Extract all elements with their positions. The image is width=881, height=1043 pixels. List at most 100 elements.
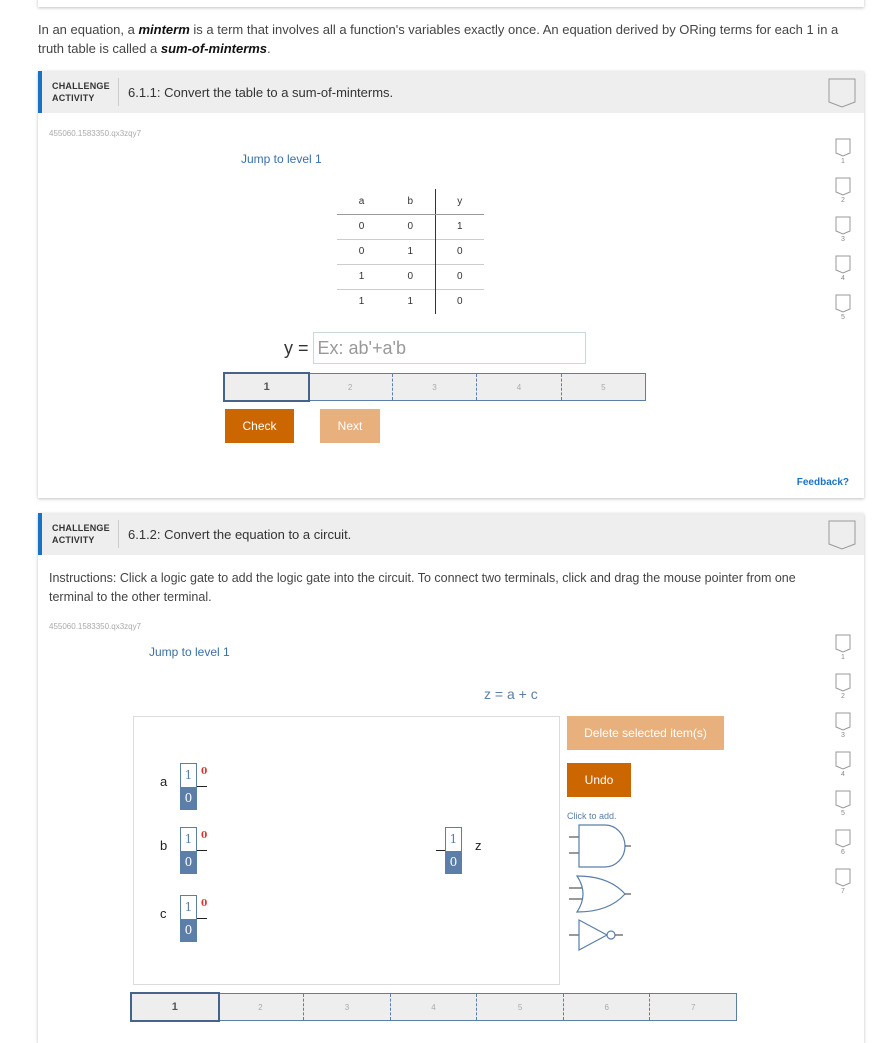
level-6-tab[interactable]: 6 <box>562 994 650 1020</box>
level-status-1: 1 <box>833 138 853 177</box>
label-line: CHALLENGE <box>52 523 110 533</box>
input-value-c: 0 <box>201 899 208 909</box>
input-terminal-a[interactable] <box>197 786 207 787</box>
activity-id: 455060.1583350.qx3zqy7 <box>49 622 142 631</box>
not-gate-icon[interactable] <box>567 918 631 952</box>
circuit-canvas[interactable]: a 1 0 0 b 1 0 0 c 1 0 0 1 0 z <box>133 716 560 985</box>
input-toggle-b[interactable]: 1 0 <box>180 827 197 874</box>
truth-table-cell: 0 <box>386 213 435 239</box>
level-number: 1 <box>841 654 845 661</box>
level-chevron-icon <box>835 673 851 692</box>
input-toggle-a[interactable]: 1 0 <box>180 763 197 810</box>
level-5-tab[interactable]: 5 <box>560 374 645 400</box>
level-status-2: 2 <box>833 177 853 216</box>
delete-selected-button[interactable]: Delete selected item(s) <box>567 716 724 750</box>
level-status-3: 3 <box>833 712 853 751</box>
truth-table-row: 110 <box>337 288 484 314</box>
truth-table-cell: 1 <box>337 263 386 289</box>
and-gate-icon[interactable] <box>567 823 631 869</box>
level-status-4: 4 <box>833 255 853 294</box>
truth-table: aby001010100110 <box>337 189 484 314</box>
level-chevron-icon <box>835 712 851 731</box>
level-chevron-icon <box>835 216 851 235</box>
level-chevron-icon <box>835 868 851 887</box>
input-terminal-c[interactable] <box>197 918 207 919</box>
output-terminal-z[interactable] <box>436 850 445 851</box>
activity-header: CHALLENGE ACTIVITY 6.1.1: Convert the ta… <box>38 71 864 113</box>
output-zero: 0 <box>446 850 461 873</box>
toggle-zero[interactable]: 0 <box>181 786 196 809</box>
truth-table-cell: 1 <box>386 238 435 264</box>
completion-chevron-icon <box>828 520 856 550</box>
intro-text: . <box>267 41 271 56</box>
level-2-tab[interactable]: 2 <box>308 374 391 400</box>
level-selector: 1234567 <box>130 992 737 1022</box>
check-button[interactable]: Check <box>225 409 294 443</box>
label-line: CHALLENGE <box>52 81 110 91</box>
truth-table-row: 010 <box>337 238 484 264</box>
challenge-activity-card-1: CHALLENGE ACTIVITY 6.1.1: Convert the ta… <box>38 71 864 498</box>
term-minterm: minterm <box>138 22 190 37</box>
equation-input[interactable] <box>312 332 586 364</box>
toggle-zero[interactable]: 0 <box>181 850 196 873</box>
target-equation: z = a + c <box>484 686 538 702</box>
level-2-tab[interactable]: 2 <box>218 994 304 1020</box>
level-status-6: 6 <box>833 829 853 868</box>
level-progress-side: 1 2 3 4 5 6 7 <box>833 634 853 907</box>
toggle-one[interactable]: 1 <box>181 764 196 787</box>
truth-table-cell: 1 <box>434 213 484 239</box>
level-1-tab[interactable]: 1 <box>223 372 311 402</box>
undo-button[interactable]: Undo <box>567 763 631 797</box>
jump-to-level-link[interactable]: Jump to level 1 <box>149 645 230 659</box>
truth-table-cell: 0 <box>434 263 484 289</box>
level-status-5: 5 <box>833 294 853 333</box>
toggle-one[interactable]: 1 <box>181 828 196 851</box>
level-3-tab[interactable]: 3 <box>303 994 390 1020</box>
activity-header: CHALLENGE ACTIVITY 6.1.2: Convert the eq… <box>38 513 864 555</box>
level-status-5: 5 <box>833 790 853 829</box>
truth-table-cell: 0 <box>337 238 386 264</box>
or-gate-icon[interactable] <box>567 874 631 914</box>
intro-text: In an equation, a <box>38 22 139 37</box>
level-chevron-icon <box>835 138 851 157</box>
level-1-tab[interactable]: 1 <box>130 992 220 1022</box>
level-5-tab[interactable]: 5 <box>476 994 563 1020</box>
level-progress-side: 1 2 3 4 5 <box>833 138 853 333</box>
level-number: 2 <box>841 693 845 700</box>
input-label-b: b <box>160 838 168 853</box>
level-status-7: 7 <box>833 868 853 907</box>
level-selector: 12345 <box>223 372 646 402</box>
instructions-text: Instructions: Click a logic gate to add … <box>49 571 796 604</box>
input-value-a: 0 <box>201 767 208 777</box>
activity-title: 6.1.1: Convert the table to a sum-of-min… <box>128 84 394 100</box>
level-3-tab[interactable]: 3 <box>391 374 476 400</box>
jump-to-level-link[interactable]: Jump to level 1 <box>241 152 322 166</box>
truth-table-cell: 0 <box>337 213 386 239</box>
level-4-tab[interactable]: 4 <box>476 374 560 400</box>
completion-chevron-icon <box>828 78 856 108</box>
challenge-activity-card-2: CHALLENGE ACTIVITY 6.1.2: Convert the eq… <box>38 513 864 1043</box>
column-header: a <box>337 189 386 215</box>
level-status-2: 2 <box>833 673 853 712</box>
level-number: 4 <box>841 275 845 282</box>
click-to-add-label: Click to add. <box>567 811 617 821</box>
feedback-link[interactable]: Feedback? <box>797 477 849 488</box>
level-number: 5 <box>841 314 845 321</box>
truth-table-row: 001 <box>337 213 484 239</box>
level-chevron-icon <box>835 790 851 809</box>
level-7-tab[interactable]: 7 <box>649 994 736 1020</box>
level-number: 3 <box>841 236 845 243</box>
input-value-b: 0 <box>201 831 208 841</box>
column-header: y <box>434 189 484 215</box>
label-line: ACTIVITY <box>52 93 95 103</box>
header-divider <box>118 78 119 106</box>
toggle-one[interactable]: 1 <box>181 896 196 919</box>
next-button[interactable]: Next <box>320 409 380 443</box>
toggle-zero[interactable]: 0 <box>181 918 196 941</box>
level-4-tab[interactable]: 4 <box>389 994 477 1020</box>
truth-table-header: aby <box>337 189 484 215</box>
level-number: 1 <box>841 158 845 165</box>
input-terminal-b[interactable] <box>197 850 207 851</box>
level-number: 3 <box>841 732 845 739</box>
input-toggle-c[interactable]: 1 0 <box>180 895 197 942</box>
